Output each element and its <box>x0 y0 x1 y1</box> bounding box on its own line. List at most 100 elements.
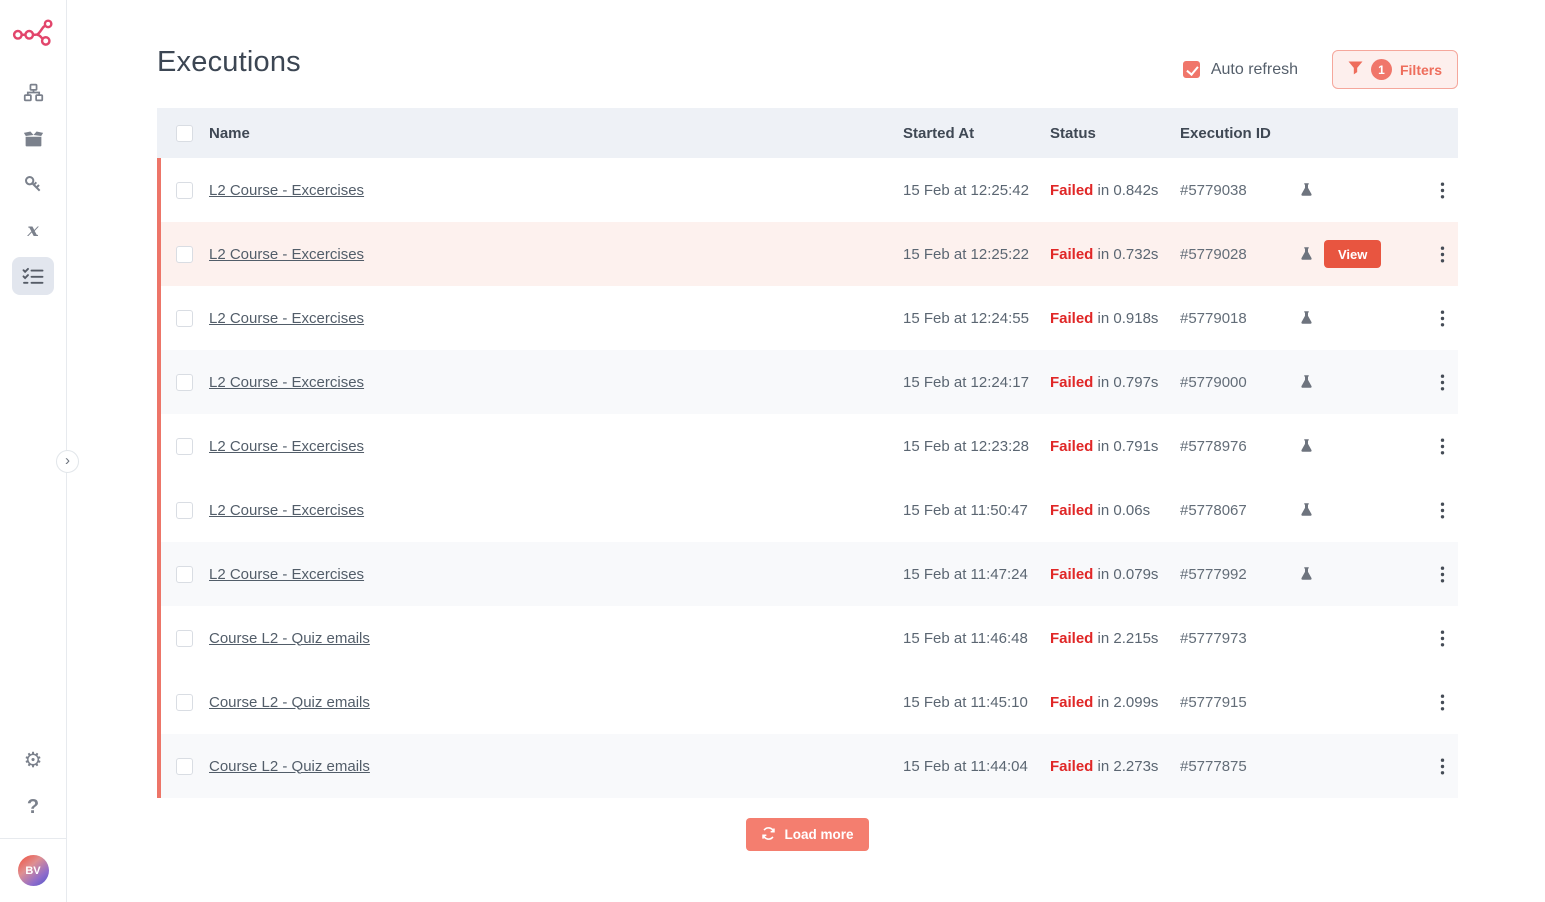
status-cell: Failed in 0.079s <box>1050 566 1180 583</box>
sidebar-item-executions[interactable] <box>12 257 54 295</box>
select-all-checkbox[interactable] <box>176 125 193 142</box>
row-checkbox[interactable] <box>176 502 193 519</box>
row-checkbox[interactable] <box>176 438 193 455</box>
main-content: Executions Auto refresh 1 Filters Name S… <box>157 0 1458 79</box>
row-menu-kebab-icon[interactable] <box>1427 182 1458 199</box>
execution-id-cell: #5779018 <box>1180 310 1289 327</box>
sidebar-item-workflows[interactable] <box>12 73 54 111</box>
started-at-cell: 15 Feb at 11:50:47 <box>903 502 1050 519</box>
execution-id-cell: #5778976 <box>1180 438 1289 455</box>
table-row[interactable]: L2 Course - Excercises 15 Feb at 12:23:2… <box>157 414 1458 478</box>
auto-refresh-checkbox[interactable] <box>1183 61 1200 78</box>
status-cell: Failed in 0.842s <box>1050 182 1180 199</box>
auto-refresh-toggle[interactable]: Auto refresh <box>1183 61 1298 79</box>
sidebar-item-credentials[interactable] <box>12 165 54 203</box>
row-checkbox[interactable] <box>176 566 193 583</box>
table-row[interactable]: L2 Course - Excercises 15 Feb at 12:24:1… <box>157 350 1458 414</box>
execution-name-link[interactable]: L2 Course - Excercises <box>209 566 903 583</box>
top-controls: Auto refresh 1 Filters <box>1183 50 1458 89</box>
row-menu-kebab-icon[interactable] <box>1427 374 1458 391</box>
table-row[interactable]: Course L2 - Quiz emails 15 Feb at 11:46:… <box>157 606 1458 670</box>
status-failed-label: Failed <box>1050 246 1093 263</box>
execution-name-link[interactable]: Course L2 - Quiz emails <box>209 758 903 775</box>
duration-label: in 0.842s <box>1098 182 1159 199</box>
table-row[interactable]: L2 Course - Excercises 15 Feb at 11:47:2… <box>157 542 1458 606</box>
gear-icon: ⚙ <box>24 750 43 771</box>
sidebar-item-variables[interactable]: x <box>12 211 54 249</box>
status-failed-label: Failed <box>1050 758 1093 775</box>
column-header-execution-id: Execution ID <box>1180 125 1289 142</box>
row-checkbox[interactable] <box>176 374 193 391</box>
execution-name-link[interactable]: L2 Course - Excercises <box>209 182 903 199</box>
row-menu-kebab-icon[interactable] <box>1427 566 1458 583</box>
sidebar-item-help[interactable]: ? <box>12 788 54 826</box>
row-checkbox[interactable] <box>176 758 193 775</box>
execution-name-link[interactable]: L2 Course - Excercises <box>209 310 903 327</box>
row-menu-kebab-icon[interactable] <box>1427 630 1458 647</box>
execution-name-link[interactable]: L2 Course - Excercises <box>209 502 903 519</box>
row-checkbox[interactable] <box>176 310 193 327</box>
row-menu-kebab-icon[interactable] <box>1427 694 1458 711</box>
execution-name-link[interactable]: L2 Course - Excercises <box>209 374 903 391</box>
status-cell: Failed in 2.273s <box>1050 758 1180 775</box>
execution-name-link[interactable]: L2 Course - Excercises <box>209 438 903 455</box>
executions-checklist-icon <box>22 267 44 285</box>
column-header-started-at: Started At <box>903 125 1050 142</box>
executions-table: Name Started At Status Execution ID L2 C… <box>157 108 1458 798</box>
load-more-label: Load more <box>784 827 853 842</box>
load-more-button[interactable]: Load more <box>746 818 868 851</box>
sidebar-expand-button[interactable]: › <box>56 450 79 473</box>
box-icon <box>23 128 44 149</box>
duration-label: in 0.918s <box>1098 310 1159 327</box>
workflows-icon <box>23 82 44 103</box>
flask-icon <box>1289 246 1324 262</box>
table-row[interactable]: L2 Course - Excercises 15 Feb at 11:50:4… <box>157 478 1458 542</box>
sidebar-item-settings[interactable]: ⚙ <box>12 741 54 779</box>
sidebar: x ⚙ ? BV <box>0 0 67 902</box>
execution-name-link[interactable]: Course L2 - Quiz emails <box>209 630 903 647</box>
flask-icon <box>1289 566 1324 582</box>
started-at-cell: 15 Feb at 12:25:22 <box>903 246 1050 263</box>
n8n-logo-icon[interactable] <box>12 13 54 49</box>
duration-label: in 0.06s <box>1098 502 1151 519</box>
table-row[interactable]: L2 Course - Excercises 15 Feb at 12:25:4… <box>157 158 1458 222</box>
started-at-cell: 15 Feb at 11:46:48 <box>903 630 1050 647</box>
flask-icon <box>1289 374 1324 390</box>
filters-count-badge: 1 <box>1371 59 1392 80</box>
view-button[interactable]: View <box>1324 240 1381 268</box>
sidebar-nav: x <box>12 73 54 295</box>
table-row[interactable]: L2 Course - Excercises 15 Feb at 12:25:2… <box>157 222 1458 286</box>
duration-label: in 2.273s <box>1098 758 1159 775</box>
status-failed-label: Failed <box>1050 438 1093 455</box>
row-checkbox[interactable] <box>176 694 193 711</box>
help-icon: ? <box>27 796 39 819</box>
table-row[interactable]: L2 Course - Excercises 15 Feb at 12:24:5… <box>157 286 1458 350</box>
flask-icon <box>1289 438 1324 454</box>
status-cell: Failed in 0.732s <box>1050 246 1180 263</box>
sidebar-footer: BV <box>0 838 67 902</box>
duration-label: in 2.099s <box>1098 694 1159 711</box>
row-checkbox[interactable] <box>176 246 193 263</box>
variables-icon: x <box>27 219 38 241</box>
row-menu-kebab-icon[interactable] <box>1427 310 1458 327</box>
row-checkbox[interactable] <box>176 182 193 199</box>
table-row[interactable]: Course L2 - Quiz emails 15 Feb at 11:45:… <box>157 670 1458 734</box>
row-menu-kebab-icon[interactable] <box>1427 502 1458 519</box>
sidebar-item-templates[interactable] <box>12 119 54 157</box>
avatar[interactable]: BV <box>18 855 49 886</box>
execution-name-link[interactable]: Course L2 - Quiz emails <box>209 694 903 711</box>
status-failed-label: Failed <box>1050 630 1093 647</box>
row-menu-kebab-icon[interactable] <box>1427 246 1458 263</box>
execution-name-link[interactable]: L2 Course - Excercises <box>209 246 903 263</box>
row-menu-kebab-icon[interactable] <box>1427 438 1458 455</box>
status-cell: Failed in 2.099s <box>1050 694 1180 711</box>
execution-id-cell: #5779000 <box>1180 374 1289 391</box>
filters-button[interactable]: 1 Filters <box>1332 50 1458 89</box>
column-header-name: Name <box>209 125 903 142</box>
row-checkbox[interactable] <box>176 630 193 647</box>
status-cell: Failed in 0.791s <box>1050 438 1180 455</box>
table-row[interactable]: Course L2 - Quiz emails 15 Feb at 11:44:… <box>157 734 1458 798</box>
duration-label: in 0.791s <box>1098 438 1159 455</box>
row-menu-kebab-icon[interactable] <box>1427 758 1458 775</box>
status-cell: Failed in 0.06s <box>1050 502 1180 519</box>
